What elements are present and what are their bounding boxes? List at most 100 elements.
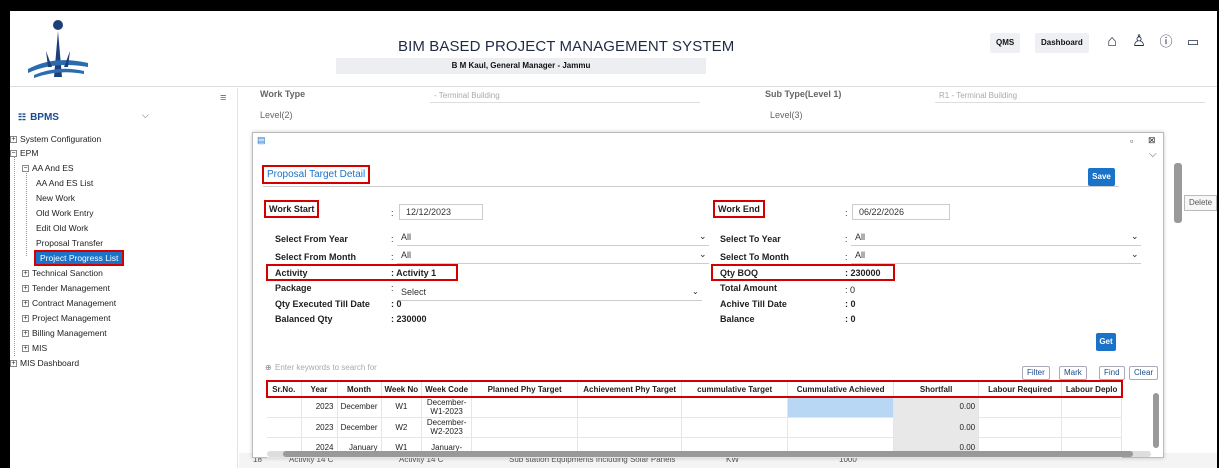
sidebar-item-aa-and-es-list[interactable]: AA And ES List <box>36 178 93 188</box>
cell: December-W2-2023 <box>421 417 473 438</box>
column-header[interactable]: Month <box>337 381 382 397</box>
sidebar-item-billing-management[interactable]: + Billing Management <box>22 328 107 338</box>
to-month-select[interactable]: All <box>851 248 1141 264</box>
balance-value: : 0 <box>845 314 856 324</box>
app-title: BIM BASED PROJECT MANAGEMENT SYSTEM <box>398 38 735 55</box>
sidebar-item-tender-management[interactable]: + Tender Management <box>22 283 110 293</box>
sidebar-item-proposal-transfer[interactable]: Proposal Transfer <box>36 238 103 248</box>
sidebar-item-old-work-entry[interactable]: Old Work Entry <box>36 208 93 218</box>
user-subtitle: B M Kaul, General Manager - Jammu <box>336 58 706 74</box>
horizontal-scrollbar[interactable] <box>267 451 1151 457</box>
cell <box>267 417 302 438</box>
sidebar-item-system-configuration[interactable]: + System Configuration <box>10 134 101 144</box>
table-row[interactable]: 2023 December W2 December-W2-2023 0.00 <box>267 417 1123 438</box>
column-header[interactable]: Week No <box>381 381 423 397</box>
app-window: BIM BASED PROJECT MANAGEMENT SYSTEM B M … <box>10 11 1217 468</box>
find-button[interactable]: Find <box>1099 366 1125 380</box>
column-header[interactable]: Achievement Phy Target <box>577 381 683 397</box>
sidebar-item-mis[interactable]: + MIS <box>22 343 47 353</box>
sidebar-item-label: Technical Sanction <box>32 268 103 278</box>
sidebar-item-technical-sanction[interactable]: + Technical Sanction <box>22 268 103 278</box>
expand-icon: + <box>22 300 29 308</box>
sub-type-field[interactable]: R1 - Terminal Building <box>935 89 1205 103</box>
cell: 0.00 <box>893 417 980 438</box>
home-icon[interactable]: ⌂ <box>1103 33 1121 51</box>
sidebar-item-aa-and-es[interactable]: − AA And ES <box>22 163 74 173</box>
help-icon[interactable]: ⓘ <box>1157 33 1175 51</box>
from-year-select[interactable]: All <box>397 230 709 246</box>
collapse-panel-icon[interactable]: ⌵ <box>1149 149 1157 160</box>
colon: : <box>845 208 848 218</box>
sidebar-item-mis-dashboard[interactable]: + MIS Dashboard <box>10 358 79 368</box>
close-icon[interactable]: ⊠ <box>1148 135 1156 146</box>
modal-vertical-scrollbar[interactable] <box>1174 163 1182 223</box>
sidebar-item-new-work[interactable]: New Work <box>36 193 75 203</box>
cell[interactable] <box>471 397 579 418</box>
column-header[interactable]: Labour Required <box>978 381 1063 397</box>
sidebar-item-project-management[interactable]: + Project Management <box>22 313 110 323</box>
chevron-down-icon[interactable]: ⌵ <box>142 110 149 121</box>
expand-icon: + <box>22 285 29 293</box>
delete-button[interactable]: Delete <box>1184 195 1217 211</box>
sidebar-item-edit-old-work[interactable]: Edit Old Work <box>36 223 88 233</box>
column-header[interactable]: Planned Phy Target <box>471 381 579 397</box>
sidebar-item-label: AA And ES <box>32 163 74 173</box>
table-row[interactable]: 2023 December W1 December-W1-2023 0.00 <box>267 397 1123 418</box>
cell[interactable] <box>577 397 683 418</box>
balanced-qty-value: : 230000 <box>391 314 427 324</box>
user-icon[interactable]: ♙ <box>1130 33 1148 51</box>
cell[interactable] <box>577 417 683 438</box>
cell[interactable] <box>1061 397 1123 418</box>
feedback-icon[interactable]: ▭ <box>1184 33 1202 51</box>
cell[interactable] <box>1061 417 1123 438</box>
work-start-input[interactable]: 12/12/2023 <box>399 204 483 220</box>
proposal-target-modal: ▤ ▫ ⊠ ⌵ Proposal Target Detail Save Work… <box>252 132 1182 458</box>
scrollbar-thumb[interactable] <box>283 451 1133 457</box>
package-select[interactable]: Select <box>397 285 702 301</box>
total-amount-value: : 0 <box>845 285 856 295</box>
work-end-input[interactable]: 06/22/2026 <box>852 204 950 220</box>
to-year-label: Select To Year <box>720 234 781 244</box>
balanced-qty-label: Balanced Qty <box>275 314 333 324</box>
sidebar-item-project-progress-list[interactable]: Project Progress List <box>33 250 125 266</box>
dashboard-button[interactable]: Dashboard <box>1035 33 1089 53</box>
colon: : <box>391 252 394 262</box>
column-header[interactable]: cummulative Target <box>681 381 789 397</box>
cell[interactable] <box>978 397 1063 418</box>
column-header[interactable]: Week Code <box>421 381 473 397</box>
clear-button[interactable]: Clear <box>1129 366 1159 380</box>
cell[interactable] <box>978 417 1063 438</box>
cell[interactable] <box>787 417 895 438</box>
balance-label: Balance <box>720 314 755 324</box>
filter-button[interactable]: Filter <box>1022 366 1050 380</box>
from-month-select[interactable]: All <box>397 248 709 264</box>
cell[interactable] <box>471 417 579 438</box>
save-button[interactable]: Save <box>1088 168 1115 186</box>
menu-toggle-icon[interactable]: ≡ <box>220 92 226 104</box>
activity-value: : Activity 1 <box>391 268 437 278</box>
expand-icon: + <box>22 330 29 338</box>
cell[interactable] <box>787 397 895 418</box>
grid-search-input[interactable]: Enter keywords to search for <box>275 363 525 372</box>
mark-button[interactable]: Mark <box>1059 366 1087 380</box>
work-type-field[interactable]: - Terminal Building <box>430 89 700 103</box>
expand-icon: + <box>10 360 17 368</box>
bpms-icon: ☷ <box>18 112 27 122</box>
column-header[interactable]: Cummulative Achieved <box>787 381 895 397</box>
to-year-select[interactable]: All <box>851 230 1141 246</box>
column-header[interactable]: Sr.No. <box>267 381 302 397</box>
column-header[interactable]: Labour Deplo <box>1061 381 1123 397</box>
sub-type-label: Sub Type(Level 1) <box>765 89 842 99</box>
sidebar-item-contract-management[interactable]: + Contract Management <box>22 298 116 308</box>
column-header[interactable]: Shortfall <box>893 381 980 397</box>
cell: 0.00 <box>893 397 980 418</box>
from-month-label: Select From Month <box>275 252 357 262</box>
get-button[interactable]: Get <box>1096 333 1116 351</box>
sidebar-item-label: System Configuration <box>20 134 102 144</box>
modal-menu-icon[interactable]: ▤ <box>257 135 266 146</box>
sidebar: ≡ ☷ BPMS ⌵ + System Configuration − EPM − AA… <box>10 88 238 468</box>
minimize-icon[interactable]: ▫ <box>1130 136 1133 146</box>
grid-vertical-scrollbar[interactable] <box>1153 393 1159 448</box>
column-header[interactable]: Year <box>301 381 338 397</box>
qms-button[interactable]: QMS <box>990 33 1021 53</box>
